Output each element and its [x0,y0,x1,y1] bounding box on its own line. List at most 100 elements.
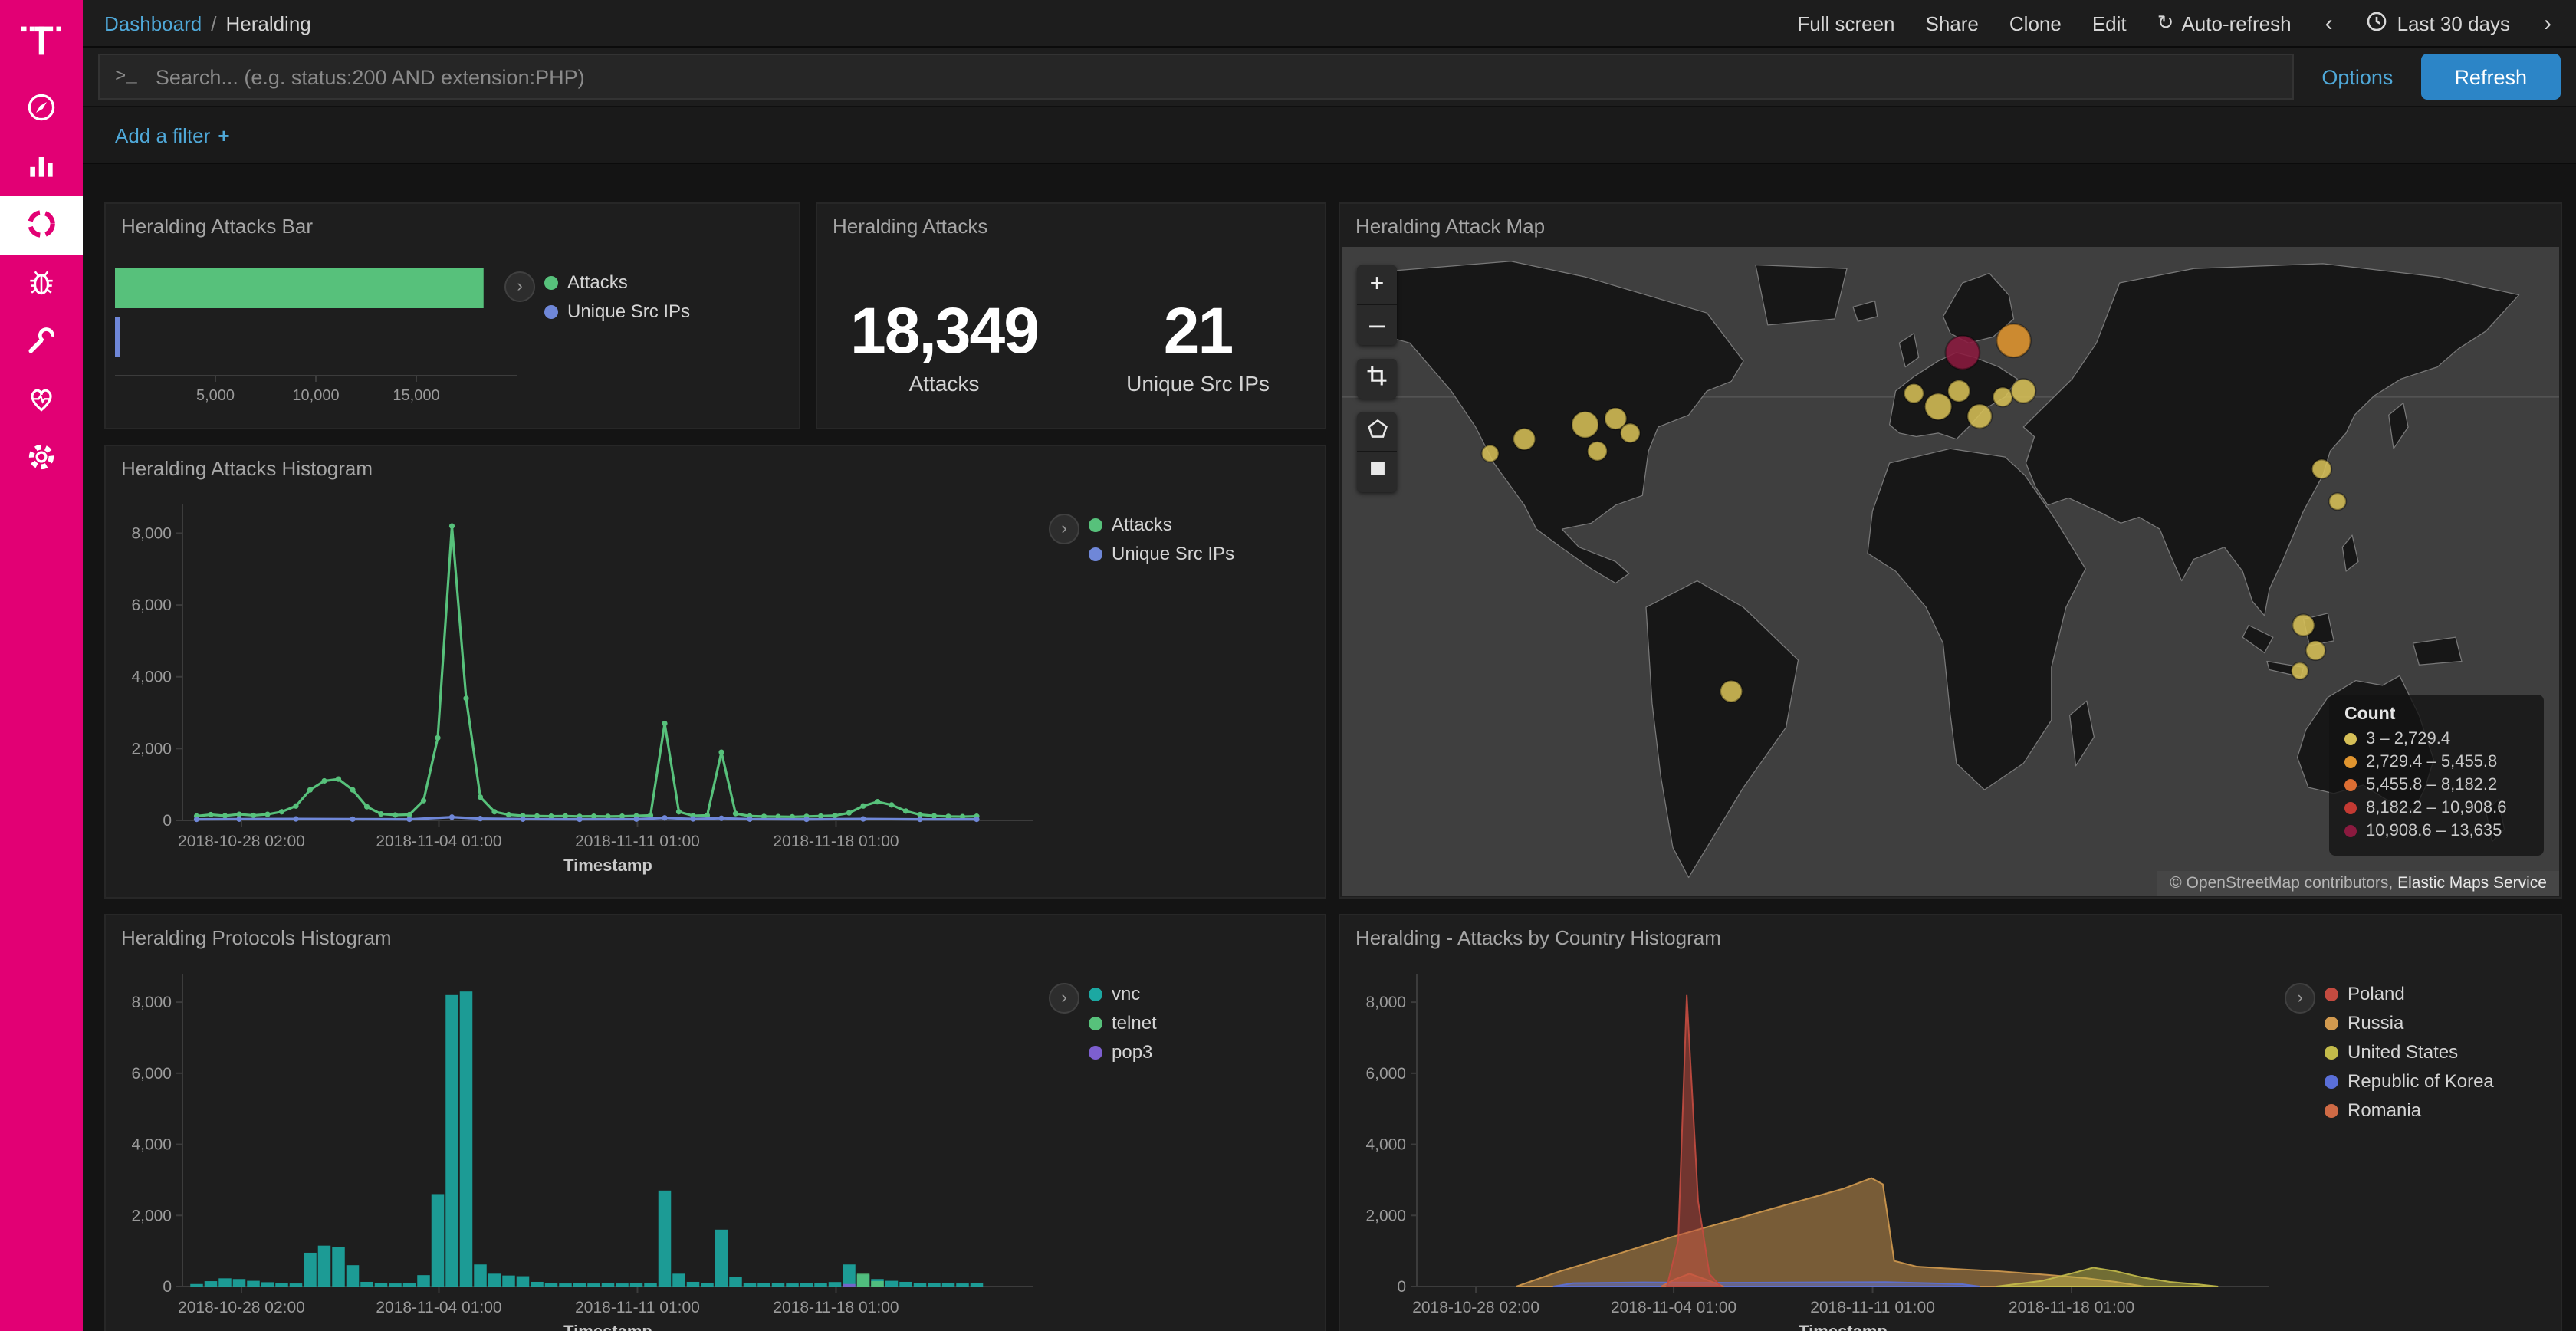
legend-label: Poland [2348,983,2405,1004]
panel-attacks-histogram: Heralding Attacks Histogram 02,0004,0006… [106,446,1325,897]
map-attribution: © OpenStreetMap contributors, Elastic Ma… [2157,871,2559,896]
legend-color-dot [1089,987,1102,1001]
svg-text:8,000: 8,000 [131,524,172,542]
time-back-chevron-icon[interactable]: ‹ [2322,10,2336,36]
legend-toggle-icon[interactable]: › [1049,983,1079,1014]
legend-color-dot [544,275,558,289]
zoom-out-button[interactable]: − [1357,305,1397,345]
sidebar-item-management[interactable] [0,429,83,488]
share-button[interactable]: Share [1926,12,1979,35]
full-screen-button[interactable]: Full screen [1797,12,1894,35]
chart-legend: › vnc telnet pop3 [1046,983,1319,1331]
breadcrumb-current: Heralding [225,12,310,35]
sidebar-item-bug[interactable] [0,255,83,313]
legend-label: Attacks [567,271,628,293]
edit-button[interactable]: Edit [2092,12,2127,35]
legend-item[interactable]: Attacks [544,271,790,293]
svg-text:6,000: 6,000 [1365,1065,1406,1083]
auto-refresh-label: Auto-refresh [2181,12,2291,35]
legend-range-label: 8,182.2 – 10,908.6 [2366,799,2507,817]
svg-text:2018-10-28 02:00: 2018-10-28 02:00 [178,833,305,850]
legend-item[interactable]: Russia [2325,1012,2555,1034]
panel-title: Heralding Protocols Histogram [106,915,1325,954]
legend-color-dot [2325,1103,2338,1117]
legend-item[interactable]: telnet [1089,1012,1319,1034]
zoom-in-button[interactable]: + [1357,265,1397,305]
panel-title: Heralding Attacks Histogram [106,446,1325,485]
chart-legend: › Attacks Unique Src IPs [1046,514,1319,894]
legend-item[interactable]: United States [2325,1041,2555,1063]
legend-label: vnc [1112,983,1140,1004]
map-legend-item: 2,729.4 – 5,455.8 [2344,753,2528,771]
telekom-logo[interactable] [0,0,83,80]
svg-text:Timestamp: Timestamp [1799,1322,1888,1331]
legend-color-dot [1089,518,1102,531]
legend-item[interactable]: Poland [2325,983,2555,1004]
attacks-bar-chart[interactable]: 5,00010,00015,000 [112,256,529,422]
draw-rectangle-button[interactable] [1357,452,1397,492]
chart-legend: › Poland Russia United States Republic of Ko… [2282,983,2555,1331]
attack-map[interactable]: + − Count 3 – 2,729.42,729.4 – [1342,247,2559,896]
legend-toggle-icon[interactable]: › [1049,514,1079,544]
svg-text:4,000: 4,000 [131,1136,172,1154]
svg-text:2,000: 2,000 [131,740,172,758]
legend-color-dot [2344,756,2357,768]
legend-item[interactable]: Attacks [1089,514,1319,535]
legend-toggle-icon[interactable]: › [2285,983,2315,1014]
legend-color-dot [2325,1045,2338,1059]
options-link[interactable]: Options [2312,64,2402,90]
legend-label: Attacks [1112,514,1172,535]
bar-chart-icon [25,148,58,186]
legend-item[interactable]: Unique Src IPs [1089,543,1319,564]
map-legend-rows: 3 – 2,729.42,729.4 – 5,455.85,455.8 – 8,… [2344,730,2528,840]
time-forward-chevron-icon[interactable]: › [2541,10,2555,36]
attacks-histogram-chart[interactable]: 02,0004,0006,0008,0002018-10-28 02:00201… [112,483,1046,894]
sidebar-item-dev-tools[interactable] [0,313,83,371]
legend-color-dot [2344,802,2357,814]
svg-text:Timestamp: Timestamp [564,1322,652,1331]
panel-protocols-histogram: Heralding Protocols Histogram 02,0004,00… [106,915,1325,1331]
sidebar-item-dashboard[interactable] [0,196,83,255]
svg-text:6,000: 6,000 [131,596,172,614]
clock-icon [2367,10,2388,36]
legend-item[interactable]: vnc [1089,983,1319,1004]
crop-icon [1366,364,1388,393]
legend-label: Unique Src IPs [1112,543,1234,564]
svg-text:10,000: 10,000 [292,387,339,404]
legend-item[interactable]: Unique Src IPs [544,301,790,322]
legend-toggle-icon[interactable]: › [504,271,535,302]
fit-data-bounds-button[interactable] [1357,359,1397,399]
map-legend: Count 3 – 2,729.42,729.4 – 5,455.85,455.… [2329,695,2544,856]
sidebar-item-monitoring[interactable] [0,371,83,429]
legend-range-label: 3 – 2,729.4 [2366,730,2450,748]
svg-text:2018-11-11 01:00: 2018-11-11 01:00 [575,1299,700,1316]
country-histogram-chart[interactable]: 02,0004,0006,0008,0002018-10-28 02:00201… [1346,952,2282,1331]
metric-row: 18,349Attacks21Unique Src IPs [817,242,1325,396]
ts-chart: 02,0004,0006,0008,0002018-10-28 02:00201… [112,483,1319,894]
draw-polygon-button[interactable] [1357,412,1397,452]
breadcrumb-dashboard-link[interactable]: Dashboard [104,12,202,35]
auto-refresh-button[interactable]: ↻ Auto-refresh [2157,12,2292,35]
add-filter-button[interactable]: Add a filter + [106,122,239,148]
polygon-icon [1367,418,1387,445]
top-nav-bar: Dashboard / Heralding Full screen Share … [83,0,2576,48]
search-input[interactable] [153,64,2278,90]
legend-color-dot [2344,825,2357,837]
query-prompt-icon: >_ [115,66,137,87]
sidebar-item-visualize[interactable] [0,138,83,196]
panel-country-histogram: Heralding - Attacks by Country Histogram… [1340,915,2561,1331]
search-input-wrap[interactable]: >_ [98,54,2294,100]
svg-text:2,000: 2,000 [131,1207,172,1224]
legend-item[interactable]: pop3 [1089,1041,1319,1063]
protocols-histogram-chart[interactable]: 02,0004,0006,0008,0002018-10-28 02:00201… [112,952,1046,1331]
clone-button[interactable]: Clone [2009,12,2062,35]
time-range-picker[interactable]: Last 30 days [2367,10,2510,36]
refresh-button[interactable]: Refresh [2420,54,2561,100]
legend-item[interactable]: Republic of Korea [2325,1070,2555,1092]
map-legend-item: 10,908.6 – 13,635 [2344,822,2528,840]
svg-text:2018-11-18 01:00: 2018-11-18 01:00 [773,833,899,850]
sidebar-item-discover[interactable] [0,80,83,138]
legend-item[interactable]: Romania [2325,1099,2555,1121]
app-sidebar [0,0,83,1331]
kibana-dashboard: Dashboard / Heralding Full screen Share … [0,0,2576,1331]
